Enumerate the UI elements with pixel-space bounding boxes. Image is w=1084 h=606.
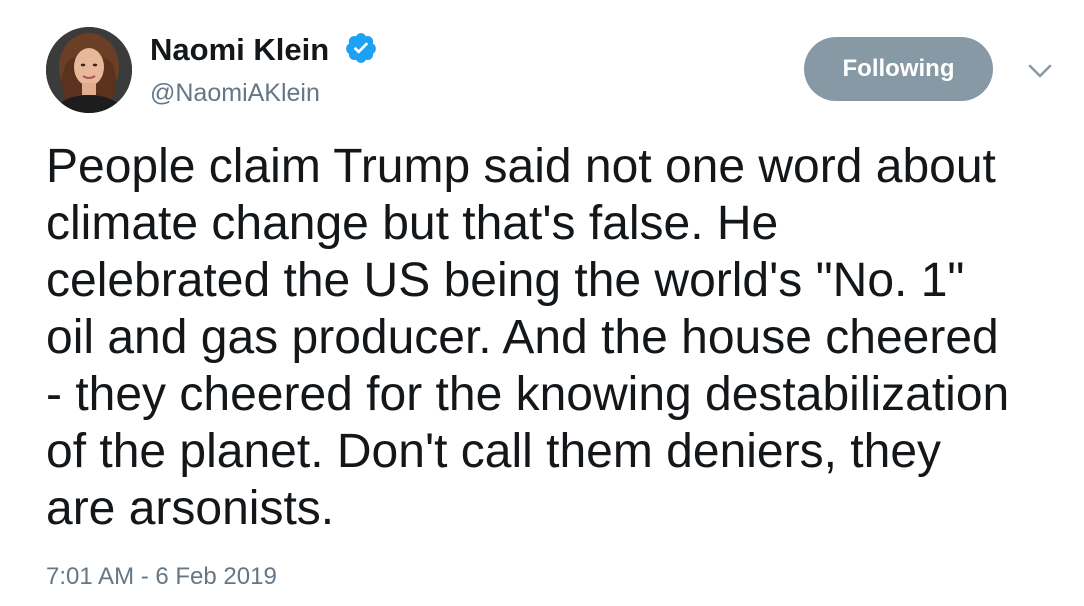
verified-badge-icon (346, 33, 376, 63)
tweet-card: Naomi Klein @NaomiAKlein Following Peopl… (0, 0, 1084, 606)
tweet-text: People claim Trump said not one word abo… (46, 140, 1010, 535)
tweet-timestamp[interactable]: 7:01 AM - 6 Feb 2019 (46, 561, 277, 593)
author-display-name[interactable]: Naomi Klein (150, 30, 329, 70)
profile-photo-icon (46, 27, 132, 113)
chevron-down-icon[interactable] (1026, 59, 1054, 83)
following-button[interactable]: Following (804, 37, 993, 101)
avatar[interactable] (46, 27, 132, 113)
author-handle[interactable]: @NaomiAKlein (150, 77, 320, 109)
